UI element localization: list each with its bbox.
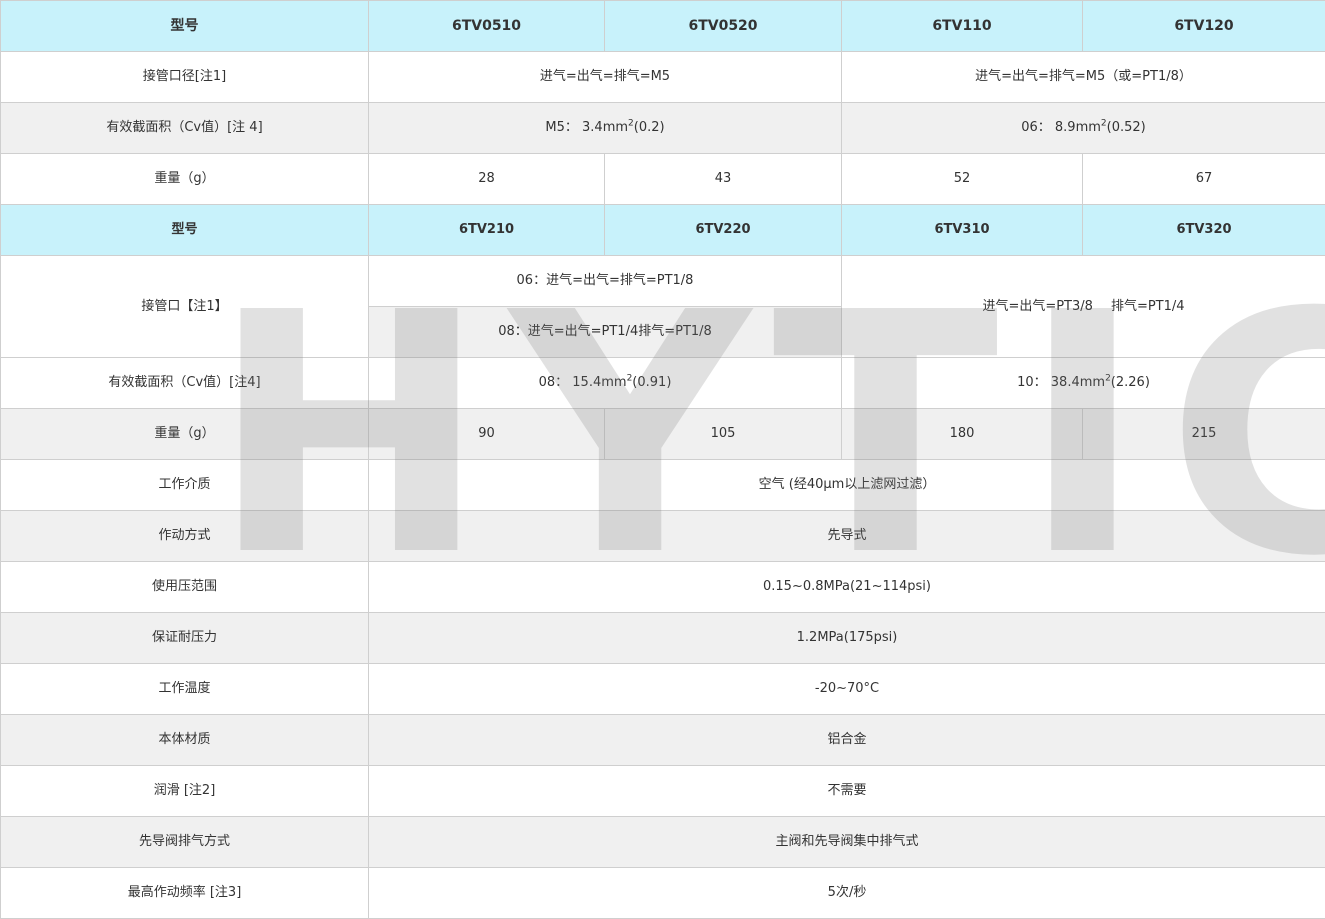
row-label: 重量（g） xyxy=(0,153,369,205)
table-row-header-1: 型号 6TV0510 6TV0520 6TV110 6TV120 xyxy=(0,0,1325,52)
row-label: 本体材质 xyxy=(0,714,369,766)
table-row-medium: 工作介质 空气 (经40μm以上滤网过滤） xyxy=(0,459,1325,511)
row-label: 使用压范围 xyxy=(0,561,369,613)
port-value-left-top: 06：进气=出气=排气=PT1/8 xyxy=(368,255,842,307)
table-row-pressure-range: 使用压范围 0.15~0.8MPa(21~114psi) xyxy=(0,561,1325,613)
row-label: 工作温度 xyxy=(0,663,369,715)
row-label: 有效截面积（Cv值）[注 4] xyxy=(0,102,369,154)
header-model-label: 型号 xyxy=(0,204,369,256)
row-value: 1.2MPa(175psi) xyxy=(368,612,1325,664)
table-row-area-1: 有效截面积（Cv值）[注 4] M5： 3.4mm2(0.2) 06： 8.9m… xyxy=(0,102,1325,154)
row-value: 不需要 xyxy=(368,765,1325,817)
row-value: 先导式 xyxy=(368,510,1325,562)
weight-value: 180 xyxy=(841,408,1083,460)
port-value-left: 进气=出气=排气=M5 xyxy=(368,51,842,103)
row-label: 最高作动频率 [注3] xyxy=(0,867,369,919)
table-row-material: 本体材质 铝合金 xyxy=(0,714,1325,766)
row-value: 空气 (经40μm以上滤网过滤） xyxy=(368,459,1325,511)
area-value-left: 08： 15.4mm2(0.91) xyxy=(368,357,842,409)
header-model-1: 6TV0510 xyxy=(368,0,605,52)
header-model-4: 6TV320 xyxy=(1082,204,1325,256)
weight-value: 215 xyxy=(1082,408,1325,460)
header-model-2: 6TV220 xyxy=(604,204,842,256)
weight-value: 67 xyxy=(1082,153,1325,205)
area-value-right: 06： 8.9mm2(0.52) xyxy=(841,102,1325,154)
row-value: 5次/秒 xyxy=(368,867,1325,919)
row-value: 0.15~0.8MPa(21~114psi) xyxy=(368,561,1325,613)
table-row-max-frequency: 最高作动频率 [注3] 5次/秒 xyxy=(0,867,1325,919)
table-row-weight-1: 重量（g） 28 43 52 67 xyxy=(0,153,1325,205)
header-model-2: 6TV0520 xyxy=(604,0,842,52)
row-value: 铝合金 xyxy=(368,714,1325,766)
weight-value: 90 xyxy=(368,408,605,460)
header-model-3: 6TV110 xyxy=(841,0,1083,52)
weight-value: 105 xyxy=(604,408,842,460)
table-row-proof-pressure: 保证耐压力 1.2MPa(175psi) xyxy=(0,612,1325,664)
port-value-left-bottom: 08：进气=出气=PT1/4排气=PT1/8 xyxy=(368,306,842,358)
port-value-right: 进气=出气=PT3/8 排气=PT1/4 xyxy=(841,255,1325,358)
port-value-right: 进气=出气=排气=M5（或=PT1/8） xyxy=(841,51,1325,103)
weight-value: 28 xyxy=(368,153,605,205)
area-value-left: M5： 3.4mm2(0.2) xyxy=(368,102,842,154)
spec-table: 型号 6TV0510 6TV0520 6TV110 6TV120 接管口径[注1… xyxy=(0,0,1325,919)
header-model-4: 6TV120 xyxy=(1082,0,1325,52)
row-label: 接管口【注1】 xyxy=(0,255,369,358)
weight-value: 52 xyxy=(841,153,1083,205)
row-label: 工作介质 xyxy=(0,459,369,511)
header-model-3: 6TV310 xyxy=(841,204,1083,256)
row-value: 主阀和先导阀集中排气式 xyxy=(368,816,1325,868)
row-label: 有效截面积（Cv值）[注4] xyxy=(0,357,369,409)
table-row-lubrication: 润滑 [注2] 不需要 xyxy=(0,765,1325,817)
table-row-temperature: 工作温度 -20~70°C xyxy=(0,663,1325,715)
table-row-weight-2: 重量（g） 90 105 180 215 xyxy=(0,408,1325,460)
row-label: 先导阀排气方式 xyxy=(0,816,369,868)
row-label: 重量（g） xyxy=(0,408,369,460)
area-value-right: 10： 38.4mm2(2.26) xyxy=(841,357,1325,409)
table-row-header-2: 型号 6TV210 6TV220 6TV310 6TV320 xyxy=(0,204,1325,256)
row-label: 润滑 [注2] xyxy=(0,765,369,817)
row-value: -20~70°C xyxy=(368,663,1325,715)
weight-value: 43 xyxy=(604,153,842,205)
table-row-port-1: 接管口径[注1] 进气=出气=排气=M5 进气=出气=排气=M5（或=PT1/8… xyxy=(0,51,1325,103)
header-model-1: 6TV210 xyxy=(368,204,605,256)
table-row-operation: 作动方式 先导式 xyxy=(0,510,1325,562)
row-label: 作动方式 xyxy=(0,510,369,562)
row-label: 接管口径[注1] xyxy=(0,51,369,103)
row-label: 保证耐压力 xyxy=(0,612,369,664)
table-row-port-2a: 接管口【注1】 06：进气=出气=排气=PT1/8 进气=出气=PT3/8 排气=… xyxy=(0,255,1325,358)
header-model-label: 型号 xyxy=(0,0,369,52)
table-row-area-2: 有效截面积（Cv值）[注4] 08： 15.4mm2(0.91) 10： 38.… xyxy=(0,357,1325,409)
table-row-pilot-exhaust: 先导阀排气方式 主阀和先导阀集中排气式 xyxy=(0,816,1325,868)
